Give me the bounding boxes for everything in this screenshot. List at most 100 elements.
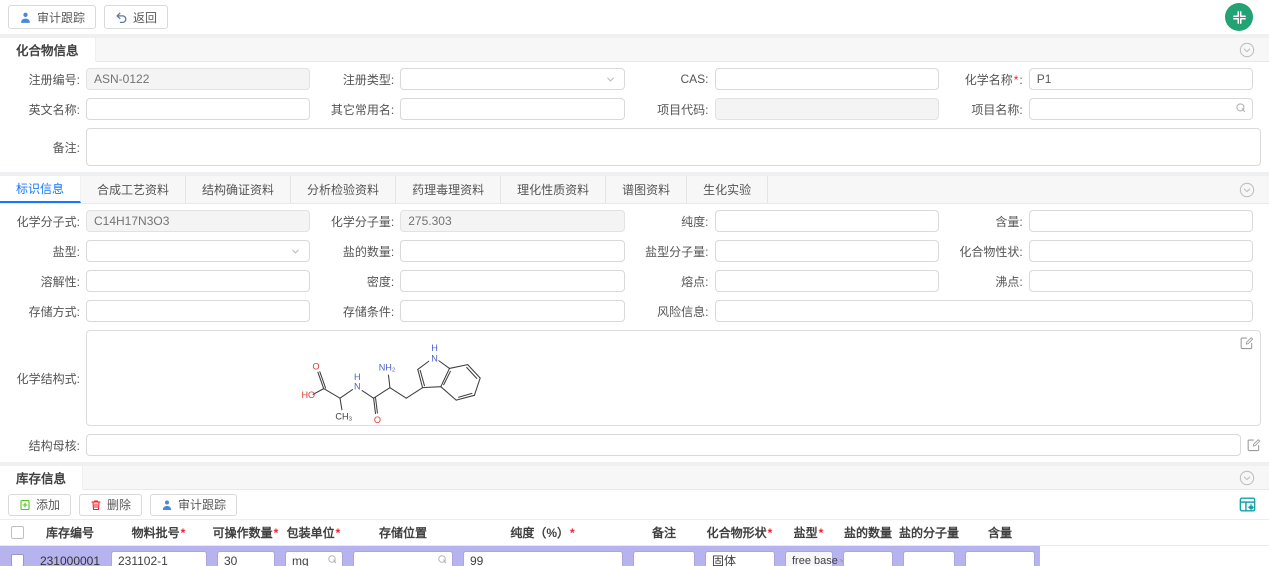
field-density: 密度: <box>318 270 632 292</box>
edit-structure-icon[interactable] <box>1240 336 1254 350</box>
chem-name-label: 化学名称*: <box>947 71 1029 88</box>
other-name-input[interactable] <box>400 98 624 120</box>
field-formula: 化学分子式: <box>4 210 318 232</box>
chevron-down-icon <box>605 74 616 85</box>
tab-synthesis[interactable]: 合成工艺资料 <box>81 176 186 203</box>
chem-name-input[interactable] <box>1029 68 1253 90</box>
salt-type-row-select[interactable]: free base <box>785 551 833 566</box>
salt-type-label: 盐型: <box>4 243 86 260</box>
appearance-input[interactable] <box>1029 240 1253 262</box>
salt-count-input[interactable] <box>400 240 624 262</box>
batch-no-input[interactable] <box>111 551 207 566</box>
field-content: 含量: <box>947 210 1261 232</box>
density-input[interactable] <box>400 270 624 292</box>
boiling-point-input[interactable] <box>1029 270 1253 292</box>
svg-text:O: O <box>374 415 381 425</box>
field-appearance: 化合物性状: <box>947 240 1261 262</box>
purity-input[interactable] <box>715 210 939 232</box>
search-select-icon[interactable] <box>1235 102 1248 115</box>
audit-person-icon <box>19 11 32 24</box>
remark-textarea[interactable] <box>86 128 1261 166</box>
tab-physchem[interactable]: 理化性质资料 <box>501 176 606 203</box>
tab-identity[interactable]: 标识信息 <box>0 176 81 203</box>
project-name-input[interactable] <box>1029 98 1253 120</box>
search-select-icon[interactable] <box>437 554 449 566</box>
audit-trail-button[interactable]: 审计跟踪 <box>8 5 96 29</box>
select-all-checkbox[interactable] <box>11 526 24 539</box>
salt-type-select[interactable] <box>86 240 310 262</box>
qty-input[interactable] <box>217 551 275 566</box>
solubility-input[interactable] <box>86 270 310 292</box>
mol-weight-label: 化学分子量: <box>318 213 400 230</box>
svg-text:H: H <box>354 372 361 382</box>
chemical-structure-canvas[interactable]: HO O N H O CH₃ NH₂ N H <box>86 330 1261 426</box>
salt-count-row-input[interactable] <box>843 551 893 566</box>
storage-condition-input[interactable] <box>400 300 624 322</box>
field-other-name: 其它常用名: <box>318 98 632 120</box>
top-toolbar: 审计跟踪 返回 <box>0 0 1269 34</box>
row-checkbox[interactable] <box>11 554 24 566</box>
field-remark: 备注: <box>4 128 1261 166</box>
tab-spectra[interactable]: 谱图资料 <box>606 176 687 203</box>
melting-point-input[interactable] <box>715 270 939 292</box>
melting-point-label: 熔点: <box>633 273 715 290</box>
project-code-input <box>715 98 939 120</box>
collapse-compound-button[interactable] <box>1239 42 1255 58</box>
svg-text:HO: HO <box>301 390 315 400</box>
mol-weight-input <box>400 210 624 232</box>
salt-mw-label: 盐型分子量: <box>633 243 715 260</box>
delete-row-button[interactable]: 删除 <box>79 494 142 516</box>
col-purity: 纯度（%）* <box>458 524 628 541</box>
tab-structure-confirm[interactable]: 结构确证资料 <box>186 176 291 203</box>
cas-input[interactable] <box>715 68 939 90</box>
edit-core-structure-icon[interactable] <box>1247 438 1261 452</box>
purity-row-input[interactable] <box>463 551 623 566</box>
field-chem-name: 化学名称*: <box>947 68 1261 90</box>
svg-text:NH₂: NH₂ <box>379 362 396 372</box>
core-structure-input[interactable] <box>86 434 1241 456</box>
compress-screen-button[interactable] <box>1225 3 1253 31</box>
svg-text:N: N <box>431 354 438 364</box>
reg-type-label: 注册类型: <box>318 71 400 88</box>
content-row-input[interactable] <box>965 551 1035 566</box>
salt-mw-input[interactable] <box>715 240 939 262</box>
inventory-table-header: 库存编号 物料批号* 可操作数量* 包装单位* 存储位置 纯度（%）* 备注 化… <box>0 520 1269 546</box>
reg-no-label: 注册编号: <box>4 71 86 88</box>
salt-mw-row-input[interactable] <box>903 551 955 566</box>
en-name-input[interactable] <box>86 98 310 120</box>
remark-row-input[interactable] <box>633 551 695 566</box>
field-project-name: 项目名称: <box>947 98 1261 120</box>
chemical-structure-drawing: HO O N H O CH₃ NH₂ N H <box>292 331 532 427</box>
field-risk-info: 风险信息: <box>633 300 1262 322</box>
storage-method-input[interactable] <box>86 300 310 322</box>
svg-text:O: O <box>312 361 319 371</box>
stock-no-value: 231000001 <box>34 554 106 566</box>
field-purity: 纯度: <box>633 210 947 232</box>
content-input[interactable] <box>1029 210 1253 232</box>
details-tabbar: 标识信息 合成工艺资料 结构确证资料 分析检验资料 药理毒理资料 理化性质资料 … <box>0 176 1269 204</box>
collapse-details-button[interactable] <box>1239 182 1255 198</box>
inventory-section-title: 库存信息 <box>0 466 83 490</box>
risk-info-input[interactable] <box>715 300 1254 322</box>
inventory-audit-button[interactable]: 审计跟踪 <box>150 494 237 516</box>
field-salt-type: 盐型: <box>4 240 318 262</box>
reg-type-select[interactable] <box>400 68 624 90</box>
search-select-icon[interactable] <box>327 554 339 566</box>
field-project-code: 项目代码: <box>633 98 947 120</box>
add-row-button[interactable]: 添加 <box>8 494 71 516</box>
field-en-name: 英文名称: <box>4 98 318 120</box>
form-input[interactable] <box>705 551 775 566</box>
svg-text:CH₃: CH₃ <box>335 411 352 421</box>
compound-info-card: 化合物信息 注册编号: 注册类型: CAS: 化学名称*: <box>0 38 1269 172</box>
tab-pharm-tox[interactable]: 药理毒理资料 <box>396 176 501 203</box>
col-content: 含量 <box>960 524 1040 541</box>
col-stock-no: 库存编号 <box>34 524 106 541</box>
collapse-inventory-button[interactable] <box>1239 470 1255 486</box>
trash-icon <box>90 499 102 511</box>
col-form: 化合物形状* <box>700 524 780 541</box>
inventory-table-row[interactable]: 231000001 free base <box>0 546 1040 566</box>
back-button[interactable]: 返回 <box>104 5 168 29</box>
tab-biochem[interactable]: 生化实验 <box>687 176 768 203</box>
tab-analysis[interactable]: 分析检验资料 <box>291 176 396 203</box>
table-settings-icon[interactable] <box>1238 495 1257 514</box>
